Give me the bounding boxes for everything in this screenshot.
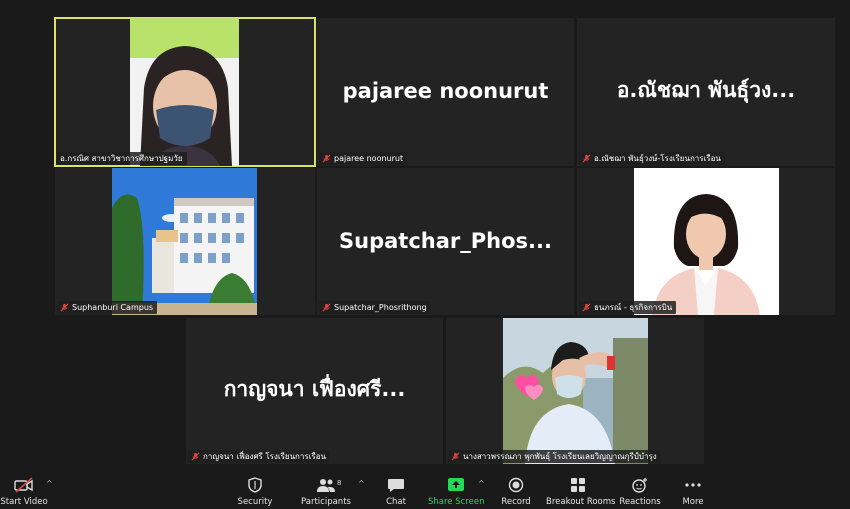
participants-options-caret[interactable]: ^ xyxy=(358,479,365,488)
participant-display-name: กาญจนา เฟื่องศรี... xyxy=(223,376,406,401)
reactions-icon xyxy=(632,478,647,493)
more-button[interactable]: More xyxy=(676,467,710,509)
mic-muted-icon xyxy=(60,303,69,312)
share-options-caret[interactable]: ^ xyxy=(478,479,485,488)
participants-icon xyxy=(317,479,335,492)
participant-display-name: pajaree noonurut xyxy=(342,78,549,103)
student-image xyxy=(503,318,648,464)
participant-tile[interactable]: อ.กรณิศ สาขาวิชาการศึกษาปฐมวัย xyxy=(54,17,316,167)
video-options-caret[interactable]: ^ xyxy=(46,479,53,488)
mic-muted-icon xyxy=(191,452,200,461)
participant-tile[interactable]: pajaree noonurut pajaree noonurut xyxy=(317,18,574,166)
mic-muted-icon xyxy=(582,303,591,312)
participant-name: อ.ณัชฌา พันธุ์วงษ์-โรงเรียนการเรือน xyxy=(579,152,725,165)
mic-muted-icon xyxy=(582,154,591,163)
participant-tile[interactable]: Suphanburi Campus xyxy=(55,168,315,315)
participant-name-label: อ.กรณิศ สาขาวิชาการศึกษาปฐมวัย xyxy=(60,154,183,163)
participant-name-label: อ.ณัชฌา พันธุ์วงษ์-โรงเรียนการเรือน xyxy=(594,154,721,163)
participants-button[interactable]: Participants xyxy=(300,467,352,509)
breakout-rooms-button[interactable]: Breakout Rooms xyxy=(546,467,616,509)
more-label: More xyxy=(682,497,704,507)
participants-count: 8 xyxy=(337,479,342,487)
participant-display-name: Supatchar_Phos... xyxy=(339,228,552,253)
mic-muted-icon xyxy=(322,303,331,312)
gallery-view: อ.กรณิศ สาขาวิชาการศึกษาปฐมวัย pajaree n… xyxy=(0,0,850,467)
chat-label: Chat xyxy=(386,497,406,507)
participant-video xyxy=(634,168,779,315)
portrait-image xyxy=(634,168,779,315)
chat-icon xyxy=(388,479,404,492)
record-label: Record xyxy=(501,497,531,507)
chat-button[interactable]: Chat xyxy=(376,467,416,509)
campus-image xyxy=(112,168,257,315)
participants-label: Participants xyxy=(301,497,351,507)
participant-video xyxy=(130,18,239,166)
reactions-button[interactable]: Reactions xyxy=(618,467,662,509)
more-icon xyxy=(685,483,701,487)
participant-name: กาญจนา เฟื่องศรี โรงเรียนการเรือน xyxy=(188,450,330,463)
participant-tile[interactable]: Supatchar_Phos... Supatchar_Phosrithong xyxy=(317,168,574,315)
participant-display-name: อ.ณัชฌา พันธุ์วง... xyxy=(616,77,796,102)
shield-icon xyxy=(248,477,262,493)
participant-tile[interactable]: นางสาวพรรณภา พุกพันธุ์ โรงเรียนเลยวิญญาณ… xyxy=(446,318,704,464)
participant-name: อ.กรณิศ สาขาวิชาการศึกษาปฐมวัย xyxy=(57,152,187,165)
participant-name-label: กาญจนา เฟื่องศรี โรงเรียนการเรือน xyxy=(203,452,326,461)
participant-video xyxy=(503,318,648,464)
start-video-label: Start Video xyxy=(0,497,48,507)
video-off-icon xyxy=(14,477,33,493)
mic-muted-icon xyxy=(322,154,331,163)
participant-name-label: นางสาวพรรณภา พุกพันธุ์ โรงเรียนเลยวิญญาณ… xyxy=(463,452,657,461)
participant-name: Supatchar_Phosrithong xyxy=(319,301,431,314)
participant-video xyxy=(112,168,257,315)
participant-name: ธนภรณ์ - ธุรกิจการบิน xyxy=(579,301,677,314)
participant-tile[interactable]: กาญจนา เฟื่องศรี... กาญจนา เฟื่องศรี โรง… xyxy=(186,318,443,464)
participant-name: Suphanburi Campus xyxy=(57,301,158,314)
share-screen-label: Share Screen xyxy=(428,497,485,507)
participant-name-label: Supatchar_Phosrithong xyxy=(334,303,427,312)
participant-tile[interactable]: อ.ณัชฌา พันธุ์วง... อ.ณัชฌา พันธุ์วงษ์-โ… xyxy=(577,18,835,166)
record-icon xyxy=(508,477,524,493)
person-image xyxy=(130,18,239,166)
share-screen-button[interactable]: Share Screen xyxy=(428,467,484,509)
breakout-rooms-label: Breakout Rooms xyxy=(546,497,616,507)
meeting-toolbar: Start Video ^ Security Participants 8 ^ … xyxy=(0,467,850,509)
participant-name-label: ธนภรณ์ - ธุรกิจการบิน xyxy=(594,303,673,312)
share-screen-icon xyxy=(448,478,464,491)
participant-name: นางสาวพรรณภา พุกพันธุ์ โรงเรียนเลยวิญญาณ… xyxy=(448,450,661,463)
participant-name: pajaree noonurut xyxy=(319,152,408,165)
mic-muted-icon xyxy=(451,452,460,461)
participant-name-label: Suphanburi Campus xyxy=(72,303,154,312)
record-button[interactable]: Record xyxy=(496,467,536,509)
participant-name-label: pajaree noonurut xyxy=(334,154,404,163)
security-label: Security xyxy=(237,497,273,507)
breakout-rooms-icon xyxy=(571,478,585,492)
reactions-label: Reactions xyxy=(619,497,661,507)
participant-tile[interactable]: ธนภรณ์ - ธุรกิจการบิน xyxy=(577,168,835,315)
security-button[interactable]: Security xyxy=(232,467,278,509)
start-video-button[interactable]: Start Video xyxy=(0,467,48,509)
